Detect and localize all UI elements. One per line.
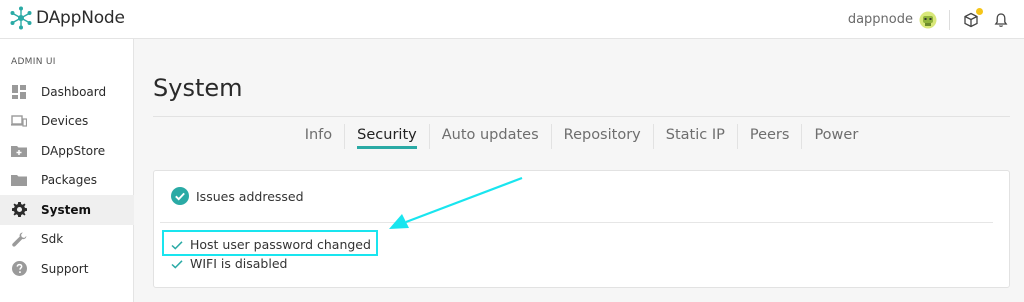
notification-dot	[976, 7, 983, 15]
bell-icon	[994, 12, 1008, 27]
sidebar-item-label: Dashboard	[41, 84, 107, 99]
sidebar-item-label: Sdk	[41, 232, 64, 247]
top-bar: DAppNode dappnode	[0, 0, 1024, 39]
tab-info[interactable]: Info	[293, 124, 344, 149]
sidebar-item-label: Devices	[41, 114, 89, 129]
sidebar-item-label: Support	[41, 261, 89, 276]
security-status: Issues addressed	[171, 187, 304, 205]
check-item-label: WIFI is disabled	[190, 256, 288, 271]
sidebar-nav: Dashboard Devices DAppStore Packages Sys…	[0, 77, 134, 284]
top-right-controls: dappnode	[848, 0, 1010, 39]
sidebar-item-sdk[interactable]: Sdk	[0, 225, 134, 255]
tab-auto-updates[interactable]: Auto updates	[428, 124, 551, 149]
tabs-divider	[153, 116, 1010, 117]
sidebar-item-system[interactable]: System	[0, 195, 134, 225]
check-circle-icon	[171, 187, 189, 205]
sidebar-item-label: DAppStore	[41, 143, 106, 158]
help-icon	[11, 261, 27, 277]
sidebar-section-title: ADMIN UI	[11, 57, 56, 67]
divider	[949, 9, 950, 30]
folder-icon	[11, 172, 27, 188]
tab-peers[interactable]: Peers	[736, 124, 802, 149]
sidebar-item-label: Packages	[41, 173, 97, 188]
tab-power[interactable]: Power	[801, 124, 870, 149]
check-item: Host user password changed	[171, 237, 371, 252]
card-divider	[160, 222, 993, 223]
packages-button[interactable]	[962, 7, 983, 29]
check-item-label: Host user password changed	[190, 237, 371, 252]
sidebar-item-support[interactable]: Support	[0, 254, 134, 284]
tab-repository[interactable]: Repository	[550, 124, 653, 149]
dappstore-icon	[11, 143, 27, 159]
gear-icon	[11, 202, 27, 218]
tab-security[interactable]: Security	[344, 124, 429, 149]
brand-name: DAppNode	[36, 8, 125, 28]
dashboard-icon	[11, 84, 27, 100]
checkmark-icon	[171, 240, 183, 250]
username: dappnode	[847, 12, 913, 27]
sidebar-item-dappstore[interactable]: DAppStore	[0, 136, 134, 166]
sidebar-item-dashboard[interactable]: Dashboard	[0, 77, 134, 107]
wrench-icon	[11, 231, 27, 247]
checkmark-icon	[171, 259, 183, 269]
devices-icon	[11, 113, 27, 129]
check-item: WIFI is disabled	[171, 256, 287, 271]
security-card: Issues addressed Host user password chan…	[153, 170, 1010, 288]
sidebar: ADMIN UI Dashboard Devices DAppStore Pac…	[0, 39, 134, 302]
security-status-text: Issues addressed	[196, 188, 304, 204]
system-tabs: Info Security Auto updates Repository St…	[153, 124, 1010, 149]
dappnode-logo-icon	[10, 6, 32, 30]
page-title: System	[153, 74, 243, 102]
dappnode-logo[interactable]: DAppNode	[10, 6, 125, 30]
sidebar-item-devices[interactable]: Devices	[0, 107, 134, 137]
avatar-icon[interactable]	[919, 11, 937, 29]
sidebar-item-packages[interactable]: Packages	[0, 166, 134, 196]
sidebar-item-label: System	[41, 202, 91, 217]
tab-static-ip[interactable]: Static IP	[652, 124, 737, 149]
notifications-button[interactable]	[992, 11, 1010, 29]
